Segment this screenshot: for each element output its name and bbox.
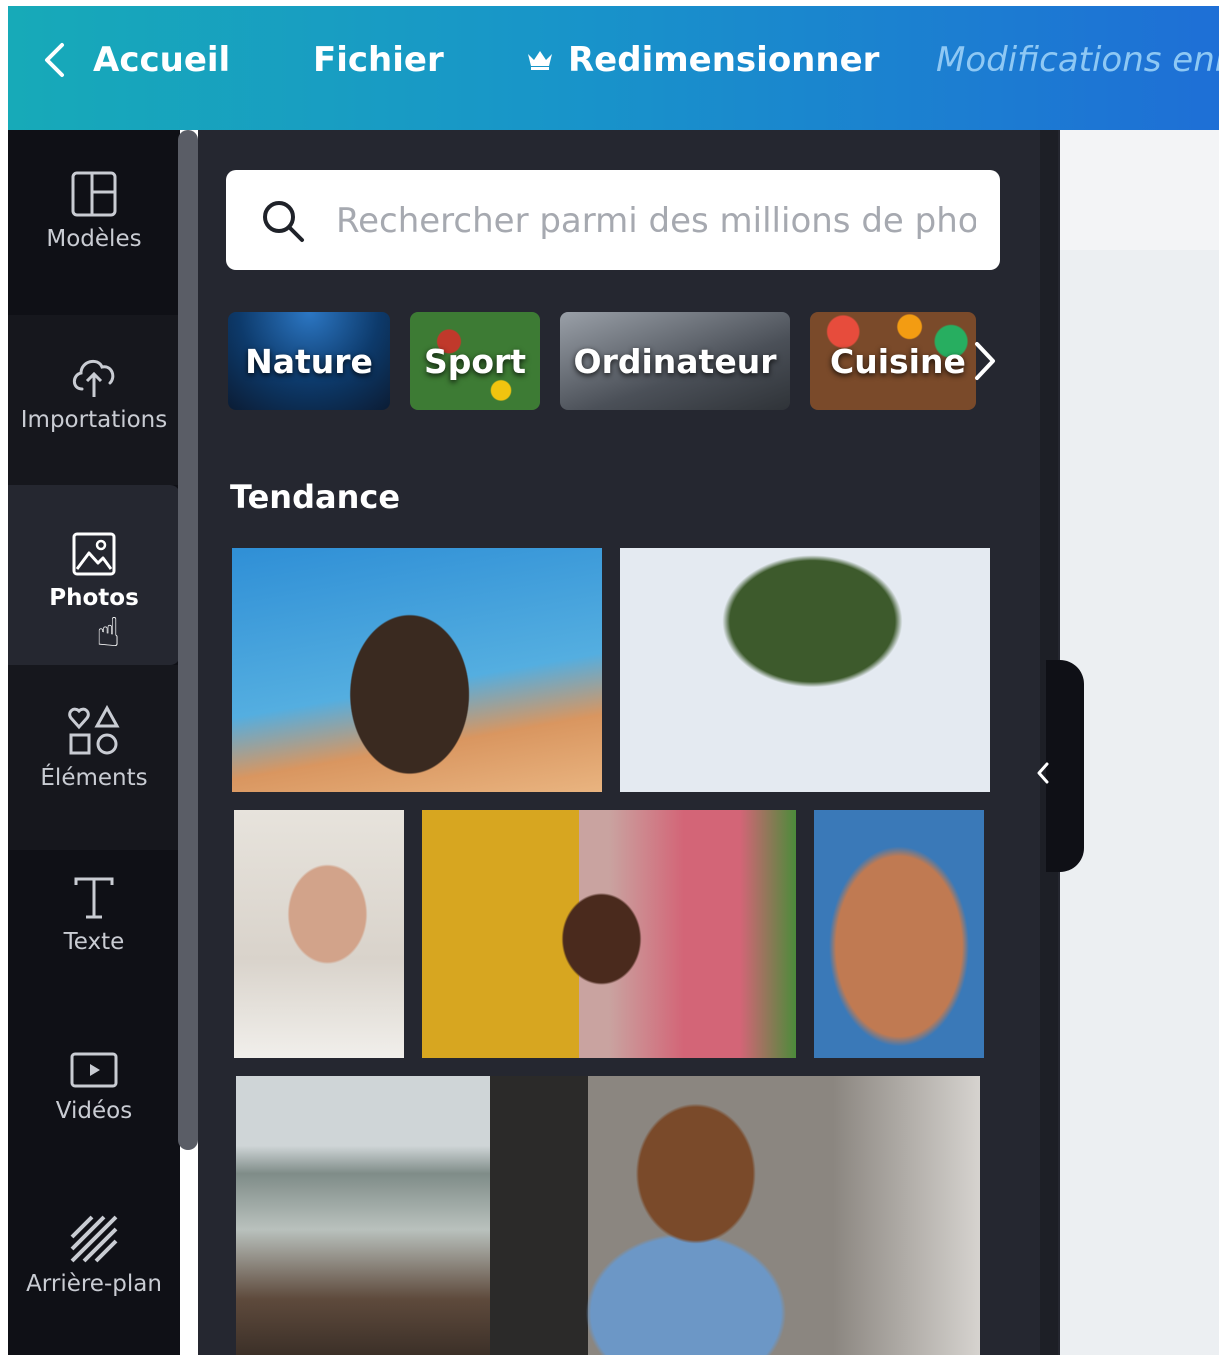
sidebar-item-label: Arrière-plan bbox=[26, 1271, 162, 1297]
sidebar-item-label: Importations bbox=[20, 407, 168, 433]
sidebar-item-label: Modèles bbox=[46, 226, 142, 252]
resize-button[interactable]: Redimensionner bbox=[526, 40, 879, 80]
sidebar-item-label: Texte bbox=[63, 929, 125, 955]
sidebar-item-elements[interactable]: Éléments bbox=[8, 665, 180, 850]
search-input[interactable] bbox=[334, 188, 978, 254]
background-pattern-icon bbox=[70, 1215, 118, 1263]
templates-icon bbox=[71, 171, 117, 217]
section-title: Tendance bbox=[230, 478, 401, 516]
photo-icon bbox=[72, 532, 116, 576]
rail-scrollbar[interactable] bbox=[178, 130, 198, 1150]
home-link[interactable]: Accueil bbox=[93, 40, 230, 80]
sidebar-item-label: Éléments bbox=[40, 765, 148, 791]
video-icon bbox=[70, 1052, 118, 1088]
photo-thumbnail[interactable] bbox=[234, 810, 404, 1058]
photo-thumbnail[interactable] bbox=[232, 548, 602, 792]
photo-thumbnail[interactable] bbox=[422, 810, 796, 1058]
sidebar-item-text[interactable]: Texte bbox=[8, 875, 180, 955]
category-chip-cooking[interactable]: Cuisine bbox=[810, 312, 976, 410]
sidebar-item-videos[interactable]: Vidéos bbox=[8, 1050, 180, 1124]
crown-icon bbox=[528, 51, 552, 70]
sidebar-item-label: Photos bbox=[49, 585, 139, 611]
photo-thumbnail[interactable] bbox=[490, 1076, 980, 1355]
save-status: Modifications enr bbox=[936, 40, 1219, 80]
search-icon bbox=[263, 201, 304, 242]
category-chip-computer[interactable]: Ordinateur bbox=[560, 312, 790, 410]
shapes-icon bbox=[68, 705, 120, 755]
file-menu-button[interactable]: Fichier bbox=[313, 40, 444, 80]
sidebar-item-background[interactable]: Arrière-plan bbox=[8, 1215, 180, 1297]
search-bar bbox=[226, 170, 1000, 270]
upload-cloud-icon bbox=[72, 359, 115, 397]
sidebar-item-photos[interactable]: Photos bbox=[8, 485, 180, 665]
category-chip-sport[interactable]: Sport bbox=[410, 312, 540, 410]
left-rail: Modèles Importations Photos ☝ Éléments T… bbox=[8, 130, 180, 1355]
hand-pointer-icon: ☝ bbox=[96, 610, 121, 656]
photo-thumbnail[interactable] bbox=[236, 1076, 490, 1355]
sidebar-item-templates[interactable]: Modèles bbox=[8, 170, 180, 252]
text-icon bbox=[74, 877, 114, 919]
chevron-left-icon bbox=[1037, 762, 1049, 784]
chevron-right-icon[interactable] bbox=[972, 340, 998, 382]
resize-label: Redimensionner bbox=[568, 40, 880, 80]
photo-thumbnail[interactable] bbox=[620, 548, 990, 792]
photo-thumbnail[interactable] bbox=[814, 810, 984, 1058]
chevron-left-icon[interactable] bbox=[42, 42, 66, 78]
collapse-panel-tab[interactable] bbox=[1046, 660, 1084, 872]
category-chip-nature[interactable]: Nature bbox=[228, 312, 390, 410]
top-bar: Accueil Fichier Redimensionner Modificat… bbox=[8, 6, 1219, 130]
sidebar-item-uploads[interactable]: Importations bbox=[8, 315, 180, 485]
sidebar-item-label: Vidéos bbox=[55, 1098, 133, 1124]
